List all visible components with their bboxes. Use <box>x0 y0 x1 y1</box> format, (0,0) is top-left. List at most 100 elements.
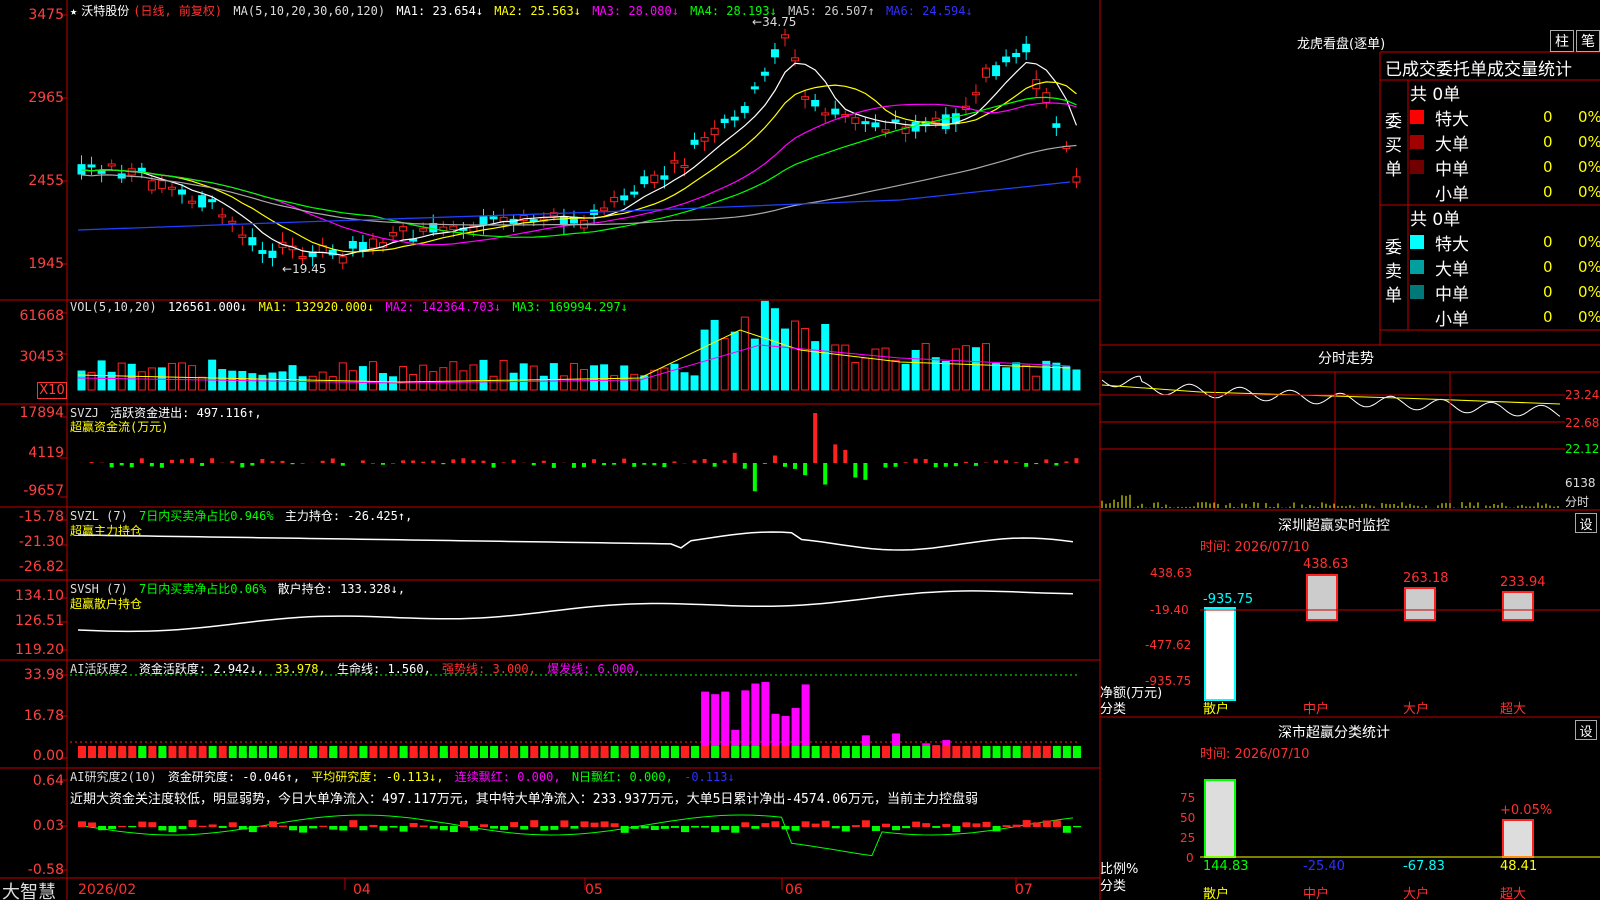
stock-name[interactable]: 沃特股份 <box>81 4 129 18</box>
active-base <box>449 746 458 758</box>
sell-row-percent: 0% <box>1578 233 1600 251</box>
ma5-value: MA5: 26.507↑ <box>788 4 875 18</box>
volume-bar <box>1002 367 1011 391</box>
candle-body <box>218 214 227 218</box>
volume-bar <box>1062 366 1071 391</box>
volume-bar <box>1042 360 1051 391</box>
star-icon: ★ <box>70 4 78 18</box>
class-settings-button[interactable]: 设 <box>1575 720 1597 740</box>
candle-body <box>791 57 800 62</box>
active-base <box>148 746 157 758</box>
research-bar <box>882 823 890 827</box>
candle-body <box>781 34 789 39</box>
monitor-bar <box>1404 587 1436 621</box>
monitor-settings-button[interactable]: 设 <box>1575 513 1597 533</box>
research-bar <box>399 826 408 832</box>
candle-body <box>338 256 347 264</box>
volume-bar <box>338 362 347 391</box>
candle-body <box>620 195 629 201</box>
buy-row-name: 特大 <box>1435 110 1469 130</box>
research-bar <box>469 826 478 831</box>
chart-mode[interactable]: (日线, 前复权) <box>133 4 222 18</box>
volume-bar <box>901 363 910 391</box>
research-bar <box>1072 826 1081 828</box>
research-bar <box>78 821 86 827</box>
research-bar <box>902 826 911 829</box>
class-val-retail: 144.83 <box>1203 859 1249 874</box>
intraday-axis-5: 分时 <box>1565 495 1590 509</box>
buy-row-percent: 0% <box>1578 108 1600 126</box>
column-toggle-button[interactable]: 柱 <box>1550 30 1574 52</box>
tab-filled-volume[interactable]: 已成交委托单成交量统计 <box>1385 55 1572 80</box>
candle-body <box>871 122 880 128</box>
monitor-axis-1: 438.63 <box>1150 566 1192 580</box>
buy-row-count: 0 <box>1543 108 1553 126</box>
active-base <box>118 746 127 758</box>
ai-research-axis-2: 0.03 <box>32 818 64 834</box>
candle-body <box>610 196 619 203</box>
vol-scale-badge[interactable]: X10 <box>37 382 67 399</box>
active-base <box>248 746 257 758</box>
stock-chart-canvas[interactable] <box>0 0 1600 900</box>
research-bar <box>228 822 237 827</box>
volume-bar <box>580 369 588 391</box>
research-bar <box>771 821 780 827</box>
intraday-axis-1: 23.24 <box>1565 388 1600 402</box>
research-bar <box>942 823 951 827</box>
volume-bar <box>941 360 950 391</box>
candle-body <box>600 207 609 212</box>
ai-lifeline: 生命线: 1.560, <box>337 662 431 676</box>
active-base <box>932 746 941 758</box>
research-bar <box>379 826 388 831</box>
buy-row-name: 小单 <box>1435 185 1469 205</box>
volume-bar <box>419 364 428 391</box>
volume-bar <box>720 338 729 391</box>
volume-bar <box>610 375 619 391</box>
volume-bar <box>198 376 207 391</box>
monitor-cat-large: 大户 <box>1403 702 1430 717</box>
active-base <box>942 746 951 758</box>
volume-bar <box>539 375 548 391</box>
research-bar <box>821 820 830 827</box>
tick-toggle-button[interactable]: 笔 <box>1576 30 1600 52</box>
buy-row-count: 0 <box>1543 158 1553 176</box>
svsh-sub: 超赢散户持仓 <box>70 597 143 611</box>
svzl-label: SVZL (7) <box>70 509 128 523</box>
buy-row-count: 0 <box>1543 133 1553 151</box>
monitor-time: 时间: 2026/07/10 <box>1200 540 1310 555</box>
active-base <box>912 746 921 758</box>
active-base <box>972 746 981 758</box>
research-bar <box>1062 826 1071 833</box>
ma1-value: MA1: 23.654↓ <box>396 4 484 18</box>
research-bar <box>711 826 720 833</box>
research-bar <box>550 826 559 830</box>
active-base <box>309 746 318 758</box>
buy-row-swatch <box>1410 135 1424 149</box>
candle-body <box>700 137 709 142</box>
active-base <box>650 746 659 758</box>
research-bar <box>670 826 679 828</box>
ai-active-v2: 33.978, <box>275 662 326 676</box>
volume-bar <box>208 359 217 391</box>
volume-bar <box>811 341 820 391</box>
sell-row-percent: 0% <box>1578 308 1600 326</box>
candle-body <box>982 67 990 78</box>
research-bar <box>248 826 257 833</box>
research-bar <box>319 825 328 827</box>
research-bar <box>952 826 961 832</box>
research-bar <box>540 826 549 831</box>
active-base <box>952 746 961 758</box>
research-bar <box>962 822 971 827</box>
active-base <box>811 746 820 758</box>
ai-strongline: 强势线: 3.000, <box>442 662 536 676</box>
active-base <box>319 746 328 758</box>
candle-body <box>1012 52 1021 58</box>
candle-body <box>489 216 498 220</box>
candle-body <box>971 92 980 96</box>
monitor-val-retail: -935.75 <box>1203 592 1254 607</box>
active-base <box>660 746 669 758</box>
volume-bar <box>328 376 337 391</box>
active-base <box>781 746 790 758</box>
intraday-axis-3: 22.12 <box>1565 442 1600 456</box>
ma1-line <box>81 61 1078 257</box>
